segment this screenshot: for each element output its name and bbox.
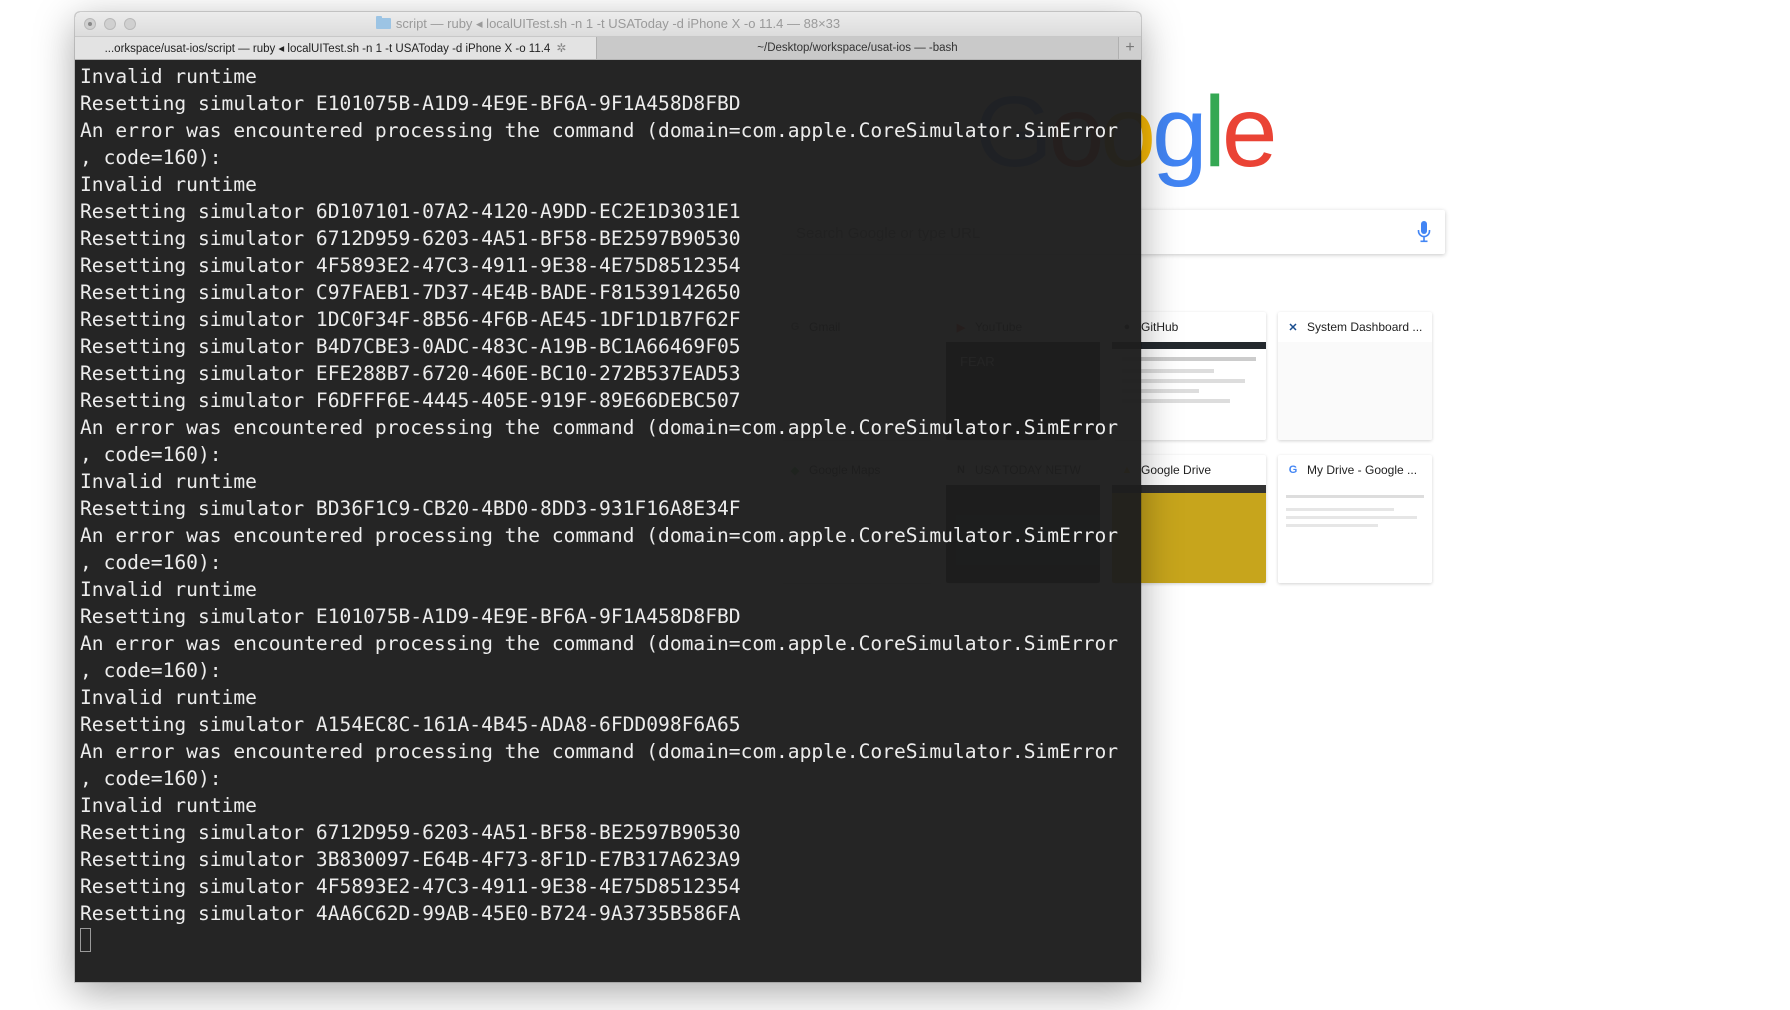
terminal-line: Invalid runtime — [80, 578, 257, 601]
terminal-prompt-line[interactable] — [80, 927, 1141, 954]
terminal-line: Resetting simulator E101075B-A1D9-4E9E-B… — [80, 605, 741, 628]
tile-thumbnail — [1278, 485, 1432, 583]
terminal-line: Resetting simulator 4F5893E2-47C3-4911-9… — [80, 875, 741, 898]
terminal-output[interactable]: Invalid runtime Resetting simulator E1010… — [75, 60, 1141, 982]
terminal-line: An error was encountered processing the … — [80, 416, 1119, 439]
terminal-line: Resetting simulator A154EC8C-161A-4B45-A… — [80, 713, 741, 736]
terminal-line: , code=160): — [80, 659, 222, 682]
terminal-line: Invalid runtime — [80, 470, 257, 493]
terminal-line: Invalid runtime — [80, 65, 257, 88]
terminal-line: Resetting simulator E101075B-A1D9-4E9E-B… — [80, 92, 741, 115]
tile-title: Google Drive — [1141, 463, 1212, 477]
terminal-tab-bar: ...orkspace/usat-ios/script — ruby ◂ loc… — [75, 37, 1141, 60]
tab-bash-label: ~/Desktop/workspace/usat-ios — -bash — [757, 42, 958, 54]
site-favicon-icon: G — [1288, 464, 1298, 476]
terminal-line: An error was encountered processing the … — [80, 119, 1119, 142]
terminal-line: Resetting simulator B4D7CBE3-0ADC-483C-A… — [80, 335, 741, 358]
tile-my-drive-google[interactable]: G My Drive - Google ... — [1278, 455, 1432, 583]
tile-header: G My Drive - Google ... — [1278, 455, 1432, 485]
tile-thumbnail — [1278, 342, 1432, 440]
terminal-line: An error was encountered processing the … — [80, 632, 1119, 655]
terminal-line: , code=160): — [80, 551, 222, 574]
terminal-line: Invalid runtime — [80, 686, 257, 709]
folder-icon — [375, 16, 391, 29]
terminal-line: Resetting simulator 6712D959-6203-4A51-B… — [80, 227, 741, 250]
tab-script[interactable]: ...orkspace/usat-ios/script — ruby ◂ loc… — [75, 37, 596, 59]
terminal-line: Resetting simulator 4AA6C62D-99AB-45E0-B… — [80, 902, 741, 925]
tile-header: ✕ System Dashboard ... — [1278, 312, 1432, 342]
tile-system-dashboard[interactable]: ✕ System Dashboard ... — [1278, 312, 1432, 440]
tile-title: My Drive - Google ... — [1307, 463, 1418, 477]
terminal-line: An error was encountered processing the … — [80, 740, 1119, 763]
terminal-line: Resetting simulator C97FAEB1-7D37-4E4B-B… — [80, 281, 741, 304]
logo-letter: g — [1152, 76, 1208, 188]
terminal-line: Resetting simulator F6DFFF6E-4445-405E-9… — [80, 389, 741, 412]
logo-letter: e — [1221, 76, 1278, 188]
logo-letter: l — [1203, 76, 1226, 188]
tile-title: GitHub — [1141, 320, 1179, 334]
terminal-line: , code=160): — [80, 443, 222, 466]
terminal-line: , code=160): — [80, 146, 222, 169]
new-tab-button[interactable]: + — [1118, 37, 1141, 59]
terminal-titlebar[interactable]: script — ruby ◂ localUITest.sh -n 1 -t U… — [75, 12, 1141, 37]
activity-spinner-icon: ✲ — [556, 41, 567, 55]
terminal-line: Invalid runtime — [80, 173, 257, 196]
terminal-line: Resetting simulator BD36F1C9-CB20-4BD0-8… — [80, 497, 741, 520]
terminal-line: , code=160): — [80, 767, 222, 790]
terminal-line: Resetting simulator 4F5893E2-47C3-4911-9… — [80, 254, 741, 277]
tab-script-label: ...orkspace/usat-ios/script — ruby ◂ loc… — [104, 43, 551, 55]
text-cursor — [80, 928, 91, 952]
tab-bash[interactable]: ~/Desktop/workspace/usat-ios — -bash — [596, 37, 1118, 59]
terminal-line: Resetting simulator 3B830097-E64B-4F73-8… — [80, 848, 741, 871]
terminal-window[interactable]: script — ruby ◂ localUITest.sh -n 1 -t U… — [75, 12, 1141, 982]
terminal-line: An error was encountered processing the … — [80, 524, 1119, 547]
terminal-line: Resetting simulator 6D107101-07A2-4120-A… — [80, 200, 741, 223]
terminal-line: Resetting simulator 1DC0F34F-8B56-4F6B-A… — [80, 308, 741, 331]
terminal-line: Resetting simulator EFE288B7-6720-460E-B… — [80, 362, 741, 385]
microphone-icon[interactable] — [1417, 221, 1431, 243]
tile-title: System Dashboard ... — [1307, 320, 1423, 334]
window-title: script — ruby ◂ localUITest.sh -n 1 -t U… — [75, 12, 1141, 36]
window-title-text: script — ruby ◂ localUITest.sh -n 1 -t U… — [395, 16, 841, 31]
terminal-line: Invalid runtime — [80, 794, 257, 817]
terminal-line: Resetting simulator 6712D959-6203-4A51-B… — [80, 821, 741, 844]
site-favicon-icon: ✕ — [1288, 321, 1298, 334]
